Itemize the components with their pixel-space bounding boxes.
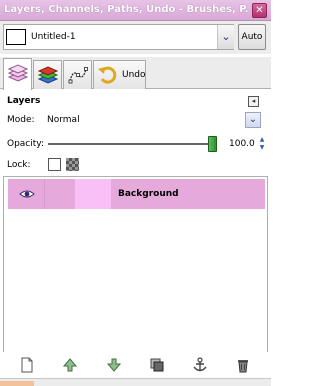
opacity-row: Opacity: 100.0 ▲ ▼ xyxy=(0,134,271,154)
image-selector[interactable]: Untitled-1 ⌄ xyxy=(3,24,234,50)
tab-paths[interactable] xyxy=(63,60,92,89)
bottom-accent xyxy=(0,381,34,386)
image-selector-bar: Untitled-1 ⌄ Auto xyxy=(0,21,271,54)
undo-tab-icon xyxy=(98,66,117,84)
tab-channels[interactable] xyxy=(33,60,62,89)
image-thumbnail xyxy=(6,29,26,45)
lock-pixels-checkbox[interactable] xyxy=(48,158,61,171)
raise-layer-icon[interactable] xyxy=(62,357,78,373)
opacity-slider-handle[interactable] xyxy=(208,136,217,152)
image-name: Untitled-1 xyxy=(31,32,76,42)
delete-layer-icon[interactable] xyxy=(235,357,251,373)
new-layer-icon[interactable] xyxy=(19,357,35,373)
eye-icon[interactable] xyxy=(19,189,35,199)
layers-panel-title: Layers xyxy=(7,96,41,106)
layer-thumbnail xyxy=(75,179,111,209)
lock-row: Lock: xyxy=(0,155,271,175)
opacity-label: Opacity: xyxy=(7,139,44,149)
layers-panel-header: Layers ◂ xyxy=(0,90,271,112)
spin-arrows-icon[interactable]: ▲ ▼ xyxy=(258,136,266,152)
tab-undo-label: Undo xyxy=(122,70,146,80)
layer-row-divider xyxy=(44,179,45,209)
layer-name[interactable]: Background xyxy=(118,189,179,199)
close-icon[interactable]: ✕ xyxy=(252,3,267,18)
duplicate-layer-icon[interactable] xyxy=(149,357,165,373)
opacity-value[interactable]: 100.0 xyxy=(229,139,255,149)
mode-label: Mode: xyxy=(7,115,35,125)
dock-tabs: Undo xyxy=(0,57,271,90)
chevron-down-icon[interactable]: ⌄ xyxy=(217,25,234,49)
tab-layers[interactable] xyxy=(3,58,32,90)
auto-button[interactable]: Auto xyxy=(238,24,266,50)
paths-tab-icon xyxy=(68,67,88,84)
mode-select[interactable]: Normal xyxy=(47,115,80,125)
window-title: Layers, Channels, Paths, Undo - Brushes,… xyxy=(4,4,248,15)
channels-tab-icon xyxy=(37,66,59,84)
lock-label: Lock: xyxy=(7,160,31,170)
panel-menu-icon[interactable]: ◂ xyxy=(248,96,259,107)
tab-undo[interactable]: Undo xyxy=(93,60,146,89)
mode-row: Mode: Normal ⌄ xyxy=(0,110,271,130)
window-bottom-edge xyxy=(0,378,271,386)
window-titlebar[interactable]: Layers, Channels, Paths, Undo - Brushes,… xyxy=(0,0,271,21)
lock-alpha-icon[interactable] xyxy=(66,158,79,171)
layers-tab-icon xyxy=(7,64,29,82)
layer-row-background[interactable]: Background xyxy=(8,179,265,209)
lower-layer-icon[interactable] xyxy=(106,357,122,373)
chevron-down-icon[interactable]: ⌄ xyxy=(245,112,261,128)
layer-list[interactable]: Background xyxy=(3,176,268,354)
opacity-slider-track[interactable] xyxy=(48,143,213,145)
anchor-layer-icon[interactable] xyxy=(192,357,208,373)
layers-button-bar xyxy=(0,352,271,377)
